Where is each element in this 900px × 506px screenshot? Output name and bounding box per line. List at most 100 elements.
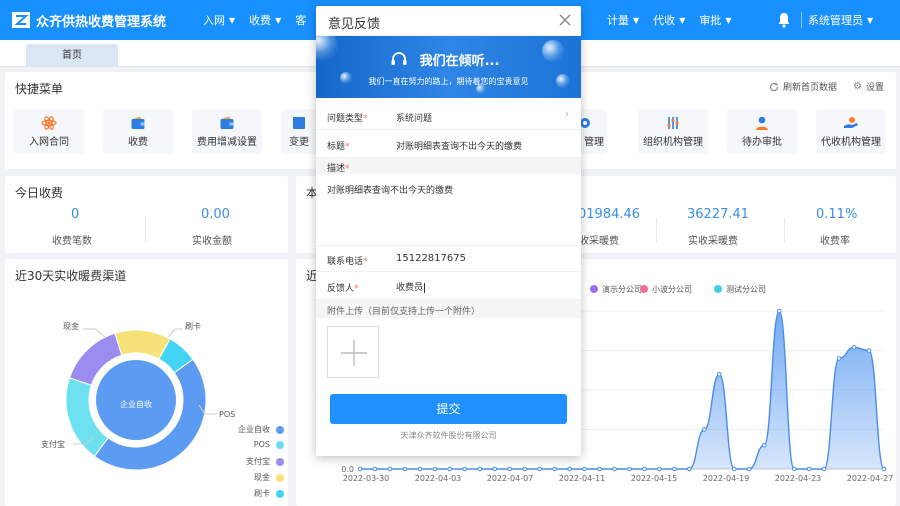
- nav-item-metering[interactable]: 计量 ▼: [600, 0, 646, 40]
- logo-icon: [12, 12, 30, 28]
- reporter-row: 反馈人* 收费员: [316, 272, 581, 300]
- user-icon: [756, 116, 768, 130]
- problem-type-row[interactable]: 问题类型* 系统问题 ›: [316, 102, 581, 130]
- data-point[interactable]: [672, 466, 677, 472]
- tab-home[interactable]: 首页: [26, 44, 118, 67]
- quick-item-pending-approval[interactable]: 待办审批: [727, 109, 797, 154]
- donut-label-pos: POS: [219, 410, 235, 419]
- data-point[interactable]: [492, 466, 498, 472]
- data-point[interactable]: [447, 466, 453, 472]
- data-point[interactable]: [477, 466, 483, 472]
- user-menu[interactable]: 系统管理员 ▼: [808, 0, 873, 40]
- legend-item[interactable]: 企业自收: [238, 424, 284, 435]
- quick-menu-title: 快捷菜单: [15, 82, 64, 96]
- header-divider: [801, 12, 802, 28]
- quick-item-label: 代收机构管理: [821, 137, 881, 148]
- subject-input[interactable]: 对账明细表查询不出今天的缴费: [396, 139, 522, 152]
- stat-divider: [784, 218, 785, 242]
- data-point[interactable]: [806, 466, 812, 472]
- nav-item-customer[interactable]: 客: [288, 0, 313, 40]
- data-point[interactable]: [612, 466, 617, 472]
- legend-swatch[interactable]: [714, 285, 722, 293]
- data-point[interactable]: [432, 466, 438, 472]
- nav-item-approval[interactable]: 审批 ▼: [692, 0, 738, 40]
- refresh-button[interactable]: 刷新首页数据: [769, 80, 837, 93]
- data-point[interactable]: [776, 308, 782, 314]
- legend-item[interactable]: 现金: [254, 472, 284, 483]
- data-point[interactable]: [372, 466, 378, 472]
- legend-item[interactable]: POS: [254, 440, 284, 449]
- legend-item[interactable]: 支付宝: [246, 456, 284, 467]
- data-point[interactable]: [702, 427, 707, 432]
- data-point[interactable]: [402, 466, 408, 472]
- submit-button[interactable]: 提交: [330, 394, 567, 424]
- legend-swatch[interactable]: [640, 285, 648, 293]
- desc-section-header: 描述*: [316, 158, 581, 174]
- quick-item-collector-manage[interactable]: 代收机构管理: [816, 109, 886, 154]
- quick-item-manage[interactable]: 管理: [581, 109, 607, 154]
- data-point[interactable]: [731, 466, 737, 472]
- reporter-input[interactable]: 收费员: [396, 280, 426, 293]
- problem-type-select[interactable]: 系统问题: [396, 111, 432, 124]
- data-point[interactable]: [507, 466, 513, 472]
- data-point[interactable]: [537, 466, 542, 472]
- data-point[interactable]: [522, 466, 527, 472]
- quick-item-network-contract[interactable]: 入网合同: [14, 109, 84, 154]
- nav-label: 入网: [203, 14, 225, 27]
- feedback-modal: 意见反馈 我们在倾听... 我们一直在努力的路上，期待着您的宝贵意见 问题类型*…: [316, 6, 581, 456]
- quick-item-fee-adjust[interactable]: 费用增减设置: [192, 109, 262, 154]
- data-point[interactable]: [746, 466, 752, 472]
- nav-item-collection[interactable]: 代收 ▼: [646, 0, 692, 40]
- legend-swatch[interactable]: [590, 285, 598, 293]
- data-point[interactable]: [552, 466, 557, 472]
- data-point[interactable]: [881, 466, 887, 472]
- data-point[interactable]: [761, 443, 767, 448]
- stat-divider: [145, 218, 146, 242]
- main-nav: 入网 ▼ 收费 ▼ 客: [196, 0, 313, 40]
- data-point[interactable]: [866, 348, 872, 353]
- chevron-down-icon: ▼: [229, 15, 236, 25]
- data-point[interactable]: [642, 466, 647, 472]
- data-point[interactable]: [627, 466, 632, 472]
- desc-label: 描述*: [327, 164, 350, 174]
- data-point[interactable]: [657, 466, 662, 472]
- subject-row: 标题* 对账明细表查询不出今天的缴费: [316, 130, 581, 158]
- data-point[interactable]: [851, 345, 857, 350]
- settings-button[interactable]: ⚙ 设置: [853, 80, 884, 93]
- data-point[interactable]: [791, 466, 797, 472]
- chevron-right-icon: ›: [565, 109, 569, 120]
- phone-row: 联系电话* 15122817675: [316, 246, 581, 272]
- month-actual-label: 实收采暖费: [688, 236, 738, 247]
- chevron-down-icon: ▼: [275, 15, 282, 25]
- data-point[interactable]: [387, 466, 393, 472]
- data-point[interactable]: [567, 466, 572, 472]
- data-point[interactable]: [417, 466, 423, 472]
- data-point[interactable]: [597, 466, 602, 472]
- data-point[interactable]: [821, 466, 827, 472]
- app-logo[interactable]: 众齐供热收费管理系统: [0, 11, 195, 30]
- phone-input[interactable]: 15122817675: [396, 253, 466, 264]
- sliders-icon: [667, 117, 679, 129]
- data-point[interactable]: [836, 356, 842, 361]
- nav-item-charge[interactable]: 收费 ▼: [242, 0, 288, 40]
- legend-item[interactable]: 刷卡: [254, 488, 284, 499]
- stat-divider: [656, 218, 657, 242]
- bell-icon[interactable]: [776, 12, 792, 28]
- quick-item-org-manage[interactable]: 组织机构管理: [638, 109, 708, 154]
- quick-item-charge[interactable]: 收费: [103, 109, 173, 154]
- data-point[interactable]: [687, 466, 692, 472]
- upload-button[interactable]: [327, 326, 379, 378]
- data-point[interactable]: [462, 466, 468, 472]
- data-point[interactable]: [357, 466, 363, 472]
- nav-item-network[interactable]: 入网 ▼: [196, 0, 242, 40]
- x-tick-label: 2022-04-23: [775, 474, 822, 483]
- desc-textarea[interactable]: 对账明细表查询不出今天的缴费: [316, 174, 581, 246]
- close-icon[interactable]: [558, 13, 572, 27]
- data-point[interactable]: [717, 371, 722, 377]
- leader-line: [167, 328, 183, 338]
- today-amount-label: 实收金额: [192, 236, 232, 247]
- data-point[interactable]: [582, 466, 587, 472]
- quick-item-label: 组织机构管理: [643, 137, 703, 148]
- quick-item-change[interactable]: 变更: [281, 109, 317, 154]
- attach-section-header: 附件上传（目前仅支持上传一个附件）: [316, 300, 581, 318]
